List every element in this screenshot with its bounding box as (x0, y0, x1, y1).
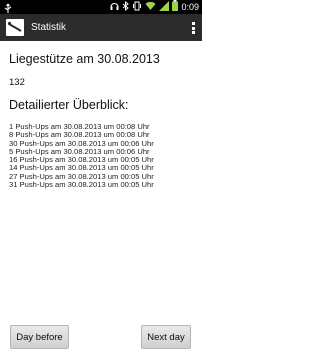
status-bar: 0:09 (0, 0, 202, 14)
page-title: Liegestütze am 30.08.2013 (9, 52, 160, 66)
list-item: 31 Push-Ups am 30.08.2013 um 00:05 Uhr (9, 180, 154, 190)
total-count: 132 (9, 77, 25, 88)
entry-list: 1 Push-Ups am 30.08.2013 um 00:08 Uhr 8 … (9, 122, 154, 190)
overflow-menu-icon[interactable] (192, 22, 195, 34)
app-title: Statistik (31, 22, 67, 33)
detail-heading: Detailierter Überblick: (9, 98, 129, 112)
next-day-button[interactable]: Next day (141, 325, 191, 349)
app-logo-icon[interactable] (6, 19, 24, 36)
day-before-button[interactable]: Day before (10, 325, 69, 349)
status-icons: 0:09 (110, 0, 199, 14)
clock: 0:09 (181, 2, 199, 12)
action-bar: Statistik (0, 14, 202, 41)
